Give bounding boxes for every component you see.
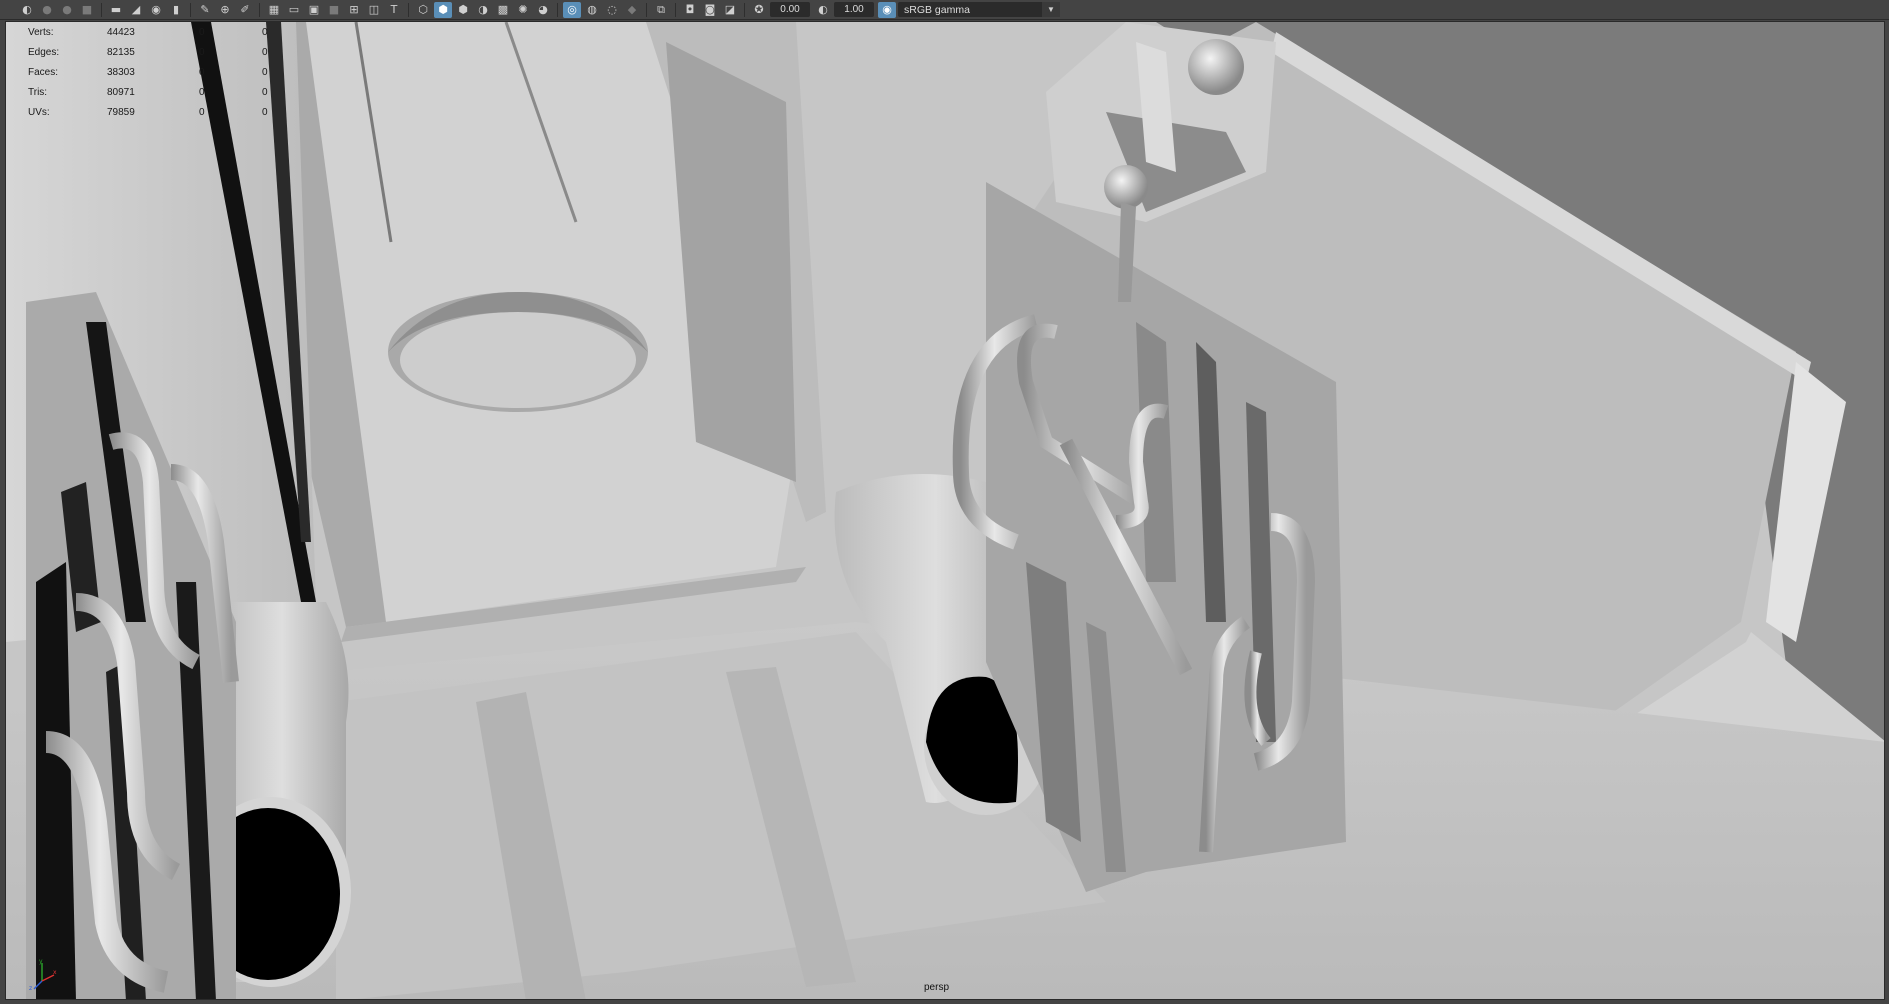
- grease-pencil-icon[interactable]: ✎: [196, 2, 214, 18]
- hud-label: Edges:: [28, 46, 60, 58]
- toolbar-separator: [190, 2, 191, 17]
- motion-blur-icon[interactable]: ⧉: [652, 2, 670, 18]
- hud-value: 0: [262, 26, 268, 38]
- chevron-down-icon[interactable]: ▼: [1042, 2, 1060, 17]
- hud-row: UVs: 79859 0 0: [22, 102, 282, 122]
- image-icon[interactable]: ◪: [721, 2, 739, 18]
- shadows-icon[interactable]: ✺: [514, 2, 532, 18]
- color-space-dropdown[interactable]: sRGB gamma ▼: [898, 2, 1060, 17]
- 3d-viewport[interactable]: Verts: 44423 0 0 Edges: 82135 0 0 Faces: 38303 0 0 T…: [5, 21, 1885, 1000]
- toolbar-separator: [259, 2, 260, 17]
- field-chart-icon[interactable]: ⊞: [345, 2, 363, 18]
- film-gate-icon[interactable]: ▭: [285, 2, 303, 18]
- hud-value: 0: [199, 66, 205, 78]
- hud-label: Faces:: [28, 66, 59, 78]
- exposure-icon[interactable]: ✪: [750, 2, 768, 18]
- gate-mask-icon[interactable]: ■: [325, 2, 343, 18]
- hud-label: UVs:: [28, 106, 50, 118]
- safe-action-icon[interactable]: ◫: [365, 2, 383, 18]
- view-axis-icon: y x z: [29, 958, 57, 991]
- camera-attributes-2-icon[interactable]: ◉: [147, 2, 165, 18]
- camera-icon[interactable]: ▬: [107, 2, 125, 18]
- axis-x-label: x: [53, 969, 57, 976]
- color-management-icon[interactable]: ◉: [878, 1, 896, 18]
- axis-z-label: z: [29, 985, 32, 991]
- grid-icon[interactable]: ▦: [265, 2, 283, 18]
- hud-value: 82135: [107, 46, 135, 58]
- hud-value: 79859: [107, 106, 135, 118]
- gamma-field[interactable]: 1.00: [834, 2, 874, 17]
- toolbar-separator: [675, 2, 676, 17]
- bookmark-icon[interactable]: ▮: [167, 2, 185, 18]
- image-plane-icon[interactable]: ■: [78, 2, 96, 18]
- hud-value: 80971: [107, 86, 135, 98]
- hud-row: Faces: 38303 0 0: [22, 62, 282, 82]
- toolbar-separator: [744, 2, 745, 17]
- textured-icon[interactable]: ◑: [474, 2, 492, 18]
- heads-up-display-poly-count: Verts: 44423 0 0 Edges: 82135 0 0 Faces: 38303 0 0 T…: [22, 22, 282, 122]
- hud-value: 0: [199, 46, 205, 58]
- smooth-shade-icon[interactable]: ⬢: [434, 1, 452, 18]
- screen-space-ao-icon[interactable]: ◕: [534, 2, 552, 18]
- anti-alias-icon[interactable]: ◘: [681, 2, 699, 18]
- hud-row: Edges: 82135 0 0: [22, 42, 282, 62]
- xray-icon[interactable]: ◍: [583, 2, 601, 18]
- hud-value: 0: [199, 26, 205, 38]
- hud-row: Tris: 80971 0 0: [22, 82, 282, 102]
- camera-lock-icon[interactable]: ◢: [127, 2, 145, 18]
- xray-active-icon[interactable]: ◌: [603, 2, 621, 18]
- 2d-pan-zoom-icon[interactable]: ⊕: [216, 2, 234, 18]
- hud-value: 0: [199, 106, 205, 118]
- camera-name-label: persp: [924, 982, 950, 993]
- grease-pencil-2-icon[interactable]: ✐: [236, 2, 254, 18]
- use-all-lights-icon[interactable]: ▩: [494, 2, 512, 18]
- camera-attributes-icon[interactable]: ●: [38, 2, 56, 18]
- color-space-label: sRGB gamma: [904, 3, 970, 16]
- hud-value: 0: [262, 106, 268, 118]
- wireframe-icon[interactable]: ⬡: [414, 2, 432, 18]
- hud-label: Verts:: [28, 26, 54, 38]
- default-material-icon[interactable]: ⬢: [454, 2, 472, 18]
- hud-label: Tris:: [28, 86, 48, 98]
- hud-value: 0: [262, 46, 268, 58]
- isolate-select-icon[interactable]: ◎: [563, 1, 581, 18]
- hud-value: 0: [262, 66, 268, 78]
- hud-value: 38303: [107, 66, 135, 78]
- hud-value: 44423: [107, 26, 135, 38]
- hud-value: 0: [199, 86, 205, 98]
- toolbar-separator: [408, 2, 409, 17]
- hud-value: 0: [262, 86, 268, 98]
- select-camera-icon[interactable]: ◐: [18, 2, 36, 18]
- gamma-icon[interactable]: ◐: [814, 2, 832, 18]
- exposure-field[interactable]: 0.00: [770, 2, 810, 17]
- hud-row: Verts: 44423 0 0: [22, 22, 282, 42]
- viewport-panel-toolbar: ◐ ● ● ■ ▬ ◢ ◉ ▮ ✎ ⊕ ✐ ▦ ▭ ▣ ■ ⊞ ◫ T ⬡ ⬢ ⬢ ◑ ▩ ✺ ◕ ◎ ◍ ◌ ◆ ⧉ ◘ ◙ ◪ ✪ 0.00 ◐ 1…: [0, 0, 1889, 20]
- depth-of-field-icon[interactable]: ◙: [701, 2, 719, 18]
- bookmarks-icon[interactable]: ●: [58, 2, 76, 18]
- toolbar-separator: [557, 2, 558, 17]
- resolution-gate-icon[interactable]: ▣: [305, 2, 323, 18]
- xray-joints-icon[interactable]: ◆: [623, 2, 641, 18]
- toolbar-separator: [646, 2, 647, 17]
- viewport-scene[interactable]: [6, 22, 1885, 1000]
- safe-title-icon[interactable]: T: [385, 2, 403, 18]
- axis-y-label: y: [39, 958, 43, 965]
- toolbar-separator: [101, 2, 102, 17]
